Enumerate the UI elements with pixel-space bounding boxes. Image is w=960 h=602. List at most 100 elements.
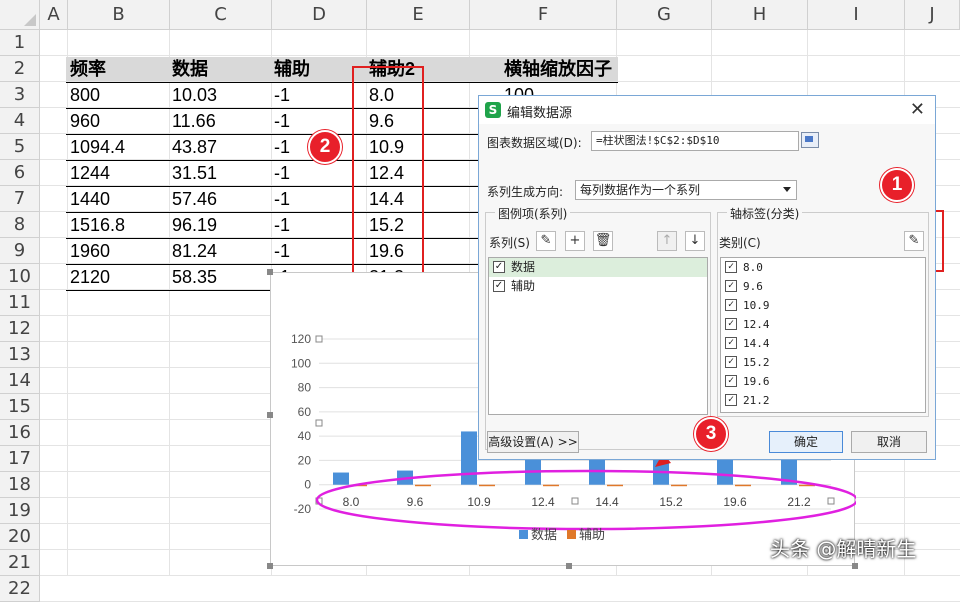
column-header-G[interactable]: G — [617, 0, 712, 30]
chart-resize-handle[interactable] — [852, 563, 858, 569]
row-header-3[interactable]: 3 — [0, 82, 40, 108]
column-header-A[interactable]: A — [40, 0, 68, 30]
range-input[interactable]: =柱状图法!$C$2:$D$10 — [591, 131, 799, 151]
select-all-corner[interactable] — [0, 0, 40, 30]
data-cell[interactable]: 800 — [66, 83, 100, 107]
data-cell[interactable]: 1440 — [66, 187, 110, 211]
data-cell[interactable]: 57.46 — [168, 187, 217, 211]
advanced-settings-button[interactable]: 高级设置(A) >> — [487, 431, 579, 453]
category-item[interactable]: ✓ 9.6 — [721, 277, 925, 296]
row-header-17[interactable]: 17 — [0, 446, 40, 472]
cancel-button[interactable]: 取消 — [851, 431, 927, 453]
column-header-B[interactable]: B — [68, 0, 170, 30]
column-header-H[interactable]: H — [712, 0, 808, 30]
edit-series-pencil-icon[interactable]: ✎ — [536, 231, 556, 251]
checkbox-icon[interactable]: ✓ — [493, 280, 505, 292]
data-cell[interactable]: 10.03 — [168, 83, 217, 107]
column-header-I[interactable]: I — [808, 0, 905, 30]
row-header-20[interactable]: 20 — [0, 524, 40, 550]
column-header-C[interactable]: C — [170, 0, 272, 30]
direction-select[interactable]: 每列数据作为一个系列 — [575, 180, 797, 200]
row-header-9[interactable]: 9 — [0, 238, 40, 264]
data-cell[interactable]: 1094.4 — [66, 135, 125, 159]
row-header-11[interactable]: 11 — [0, 290, 40, 316]
move-down-arrow-icon[interactable]: ↓ — [685, 231, 705, 251]
column-header-E[interactable]: E — [367, 0, 470, 30]
category-item[interactable]: ✓ 19.6 — [721, 372, 925, 391]
row-header-18[interactable]: 18 — [0, 472, 40, 498]
column-header-D[interactable]: D — [272, 0, 367, 30]
ok-button[interactable]: 确定 — [769, 431, 843, 453]
chart-resize-handle[interactable] — [566, 563, 572, 569]
chart-resize-handle[interactable] — [267, 563, 273, 569]
category-item[interactable]: ✓ 8.0 — [721, 258, 925, 277]
checkbox-icon[interactable]: ✓ — [725, 356, 737, 368]
category-item[interactable]: ✓ 12.4 — [721, 315, 925, 334]
data-cell[interactable]: 58.35 — [168, 265, 217, 289]
data-cell[interactable]: 81.24 — [168, 239, 217, 263]
checkbox-icon[interactable]: ✓ — [493, 261, 505, 273]
data-cell[interactable]: -1 — [270, 213, 290, 237]
column-header-J[interactable]: J — [905, 0, 960, 30]
checkbox-icon[interactable]: ✓ — [725, 261, 737, 273]
header-cell[interactable]: 数据 — [168, 57, 270, 81]
row-header-4[interactable]: 4 — [0, 108, 40, 134]
delete-series-trash-icon[interactable]: 🗑 — [593, 231, 613, 251]
header-cell[interactable]: 横轴缩放因子 — [500, 57, 618, 81]
series-item[interactable]: ✓ 辅助 — [489, 277, 707, 296]
close-icon[interactable]: ✕ — [910, 99, 925, 120]
chart-resize-handle[interactable] — [267, 269, 273, 275]
data-cell[interactable]: -1 — [270, 239, 290, 263]
row-header-21[interactable]: 21 — [0, 550, 40, 576]
checkbox-icon[interactable]: ✓ — [725, 375, 737, 387]
row-header-16[interactable]: 16 — [0, 420, 40, 446]
chart-resize-handle[interactable] — [267, 412, 273, 418]
data-cell[interactable]: -1 — [270, 109, 290, 133]
add-series-plus-icon[interactable]: + — [565, 231, 585, 251]
data-cell[interactable]: 43.87 — [168, 135, 217, 159]
checkbox-icon[interactable]: ✓ — [725, 394, 737, 406]
category-item[interactable]: ✓ 15.2 — [721, 353, 925, 372]
row-header-8[interactable]: 8 — [0, 212, 40, 238]
row-header-22[interactable]: 22 — [0, 576, 40, 602]
checkbox-icon[interactable]: ✓ — [725, 299, 737, 311]
range-picker-icon[interactable] — [801, 132, 819, 148]
row-header-10[interactable]: 10 — [0, 264, 40, 290]
row-header-2[interactable]: 2 — [0, 56, 40, 82]
row-header-1[interactable]: 1 — [0, 30, 40, 56]
row-header-13[interactable]: 13 — [0, 342, 40, 368]
row-header-14[interactable]: 14 — [0, 368, 40, 394]
series-item[interactable]: ✓ 数据 — [489, 258, 707, 277]
header-cell[interactable]: 频率 — [66, 57, 168, 81]
dialog-title-bar[interactable]: S 编辑数据源 ✕ — [479, 96, 935, 124]
checkbox-icon[interactable]: ✓ — [725, 337, 737, 349]
category-item[interactable]: ✓ 21.2 — [721, 391, 925, 410]
move-up-arrow-icon[interactable]: ↑ — [657, 231, 677, 251]
category-item[interactable]: ✓ 10.9 — [721, 296, 925, 315]
edit-category-pencil-icon[interactable]: ✎ — [904, 231, 924, 251]
category-item[interactable]: ✓ 14.4 — [721, 334, 925, 353]
series-list[interactable]: ✓ 数据 ✓ 辅助 — [488, 257, 708, 415]
column-header-F[interactable]: F — [470, 0, 617, 30]
data-cell[interactable]: -1 — [270, 83, 290, 107]
data-cell[interactable]: 1244 — [66, 161, 110, 185]
data-cell[interactable]: 1516.8 — [66, 213, 125, 237]
row-header-7[interactable]: 7 — [0, 186, 40, 212]
category-list[interactable]: ✓ 8.0 ✓ 9.6 ✓ 10.9 ✓ 12.4 ✓ 14.4 ✓ 15.2 ✓ 19.6 ✓ 21.2 — [720, 257, 926, 413]
header-cell[interactable]: 辅助 — [270, 57, 365, 81]
data-cell[interactable]: 2120 — [66, 265, 110, 289]
data-cell[interactable]: 11.66 — [168, 109, 216, 133]
row-header-6[interactable]: 6 — [0, 160, 40, 186]
checkbox-icon[interactable]: ✓ — [725, 280, 737, 292]
data-cell[interactable]: -1 — [270, 187, 290, 211]
row-header-19[interactable]: 19 — [0, 498, 40, 524]
data-cell[interactable]: -1 — [270, 135, 290, 159]
data-cell[interactable]: 96.19 — [168, 213, 217, 237]
data-cell[interactable]: 31.51 — [168, 161, 217, 185]
row-header-5[interactable]: 5 — [0, 134, 40, 160]
row-header-15[interactable]: 15 — [0, 394, 40, 420]
data-cell[interactable]: -1 — [270, 161, 290, 185]
row-header-12[interactable]: 12 — [0, 316, 40, 342]
data-cell[interactable]: 1960 — [66, 239, 110, 263]
data-cell[interactable]: 960 — [66, 109, 100, 133]
